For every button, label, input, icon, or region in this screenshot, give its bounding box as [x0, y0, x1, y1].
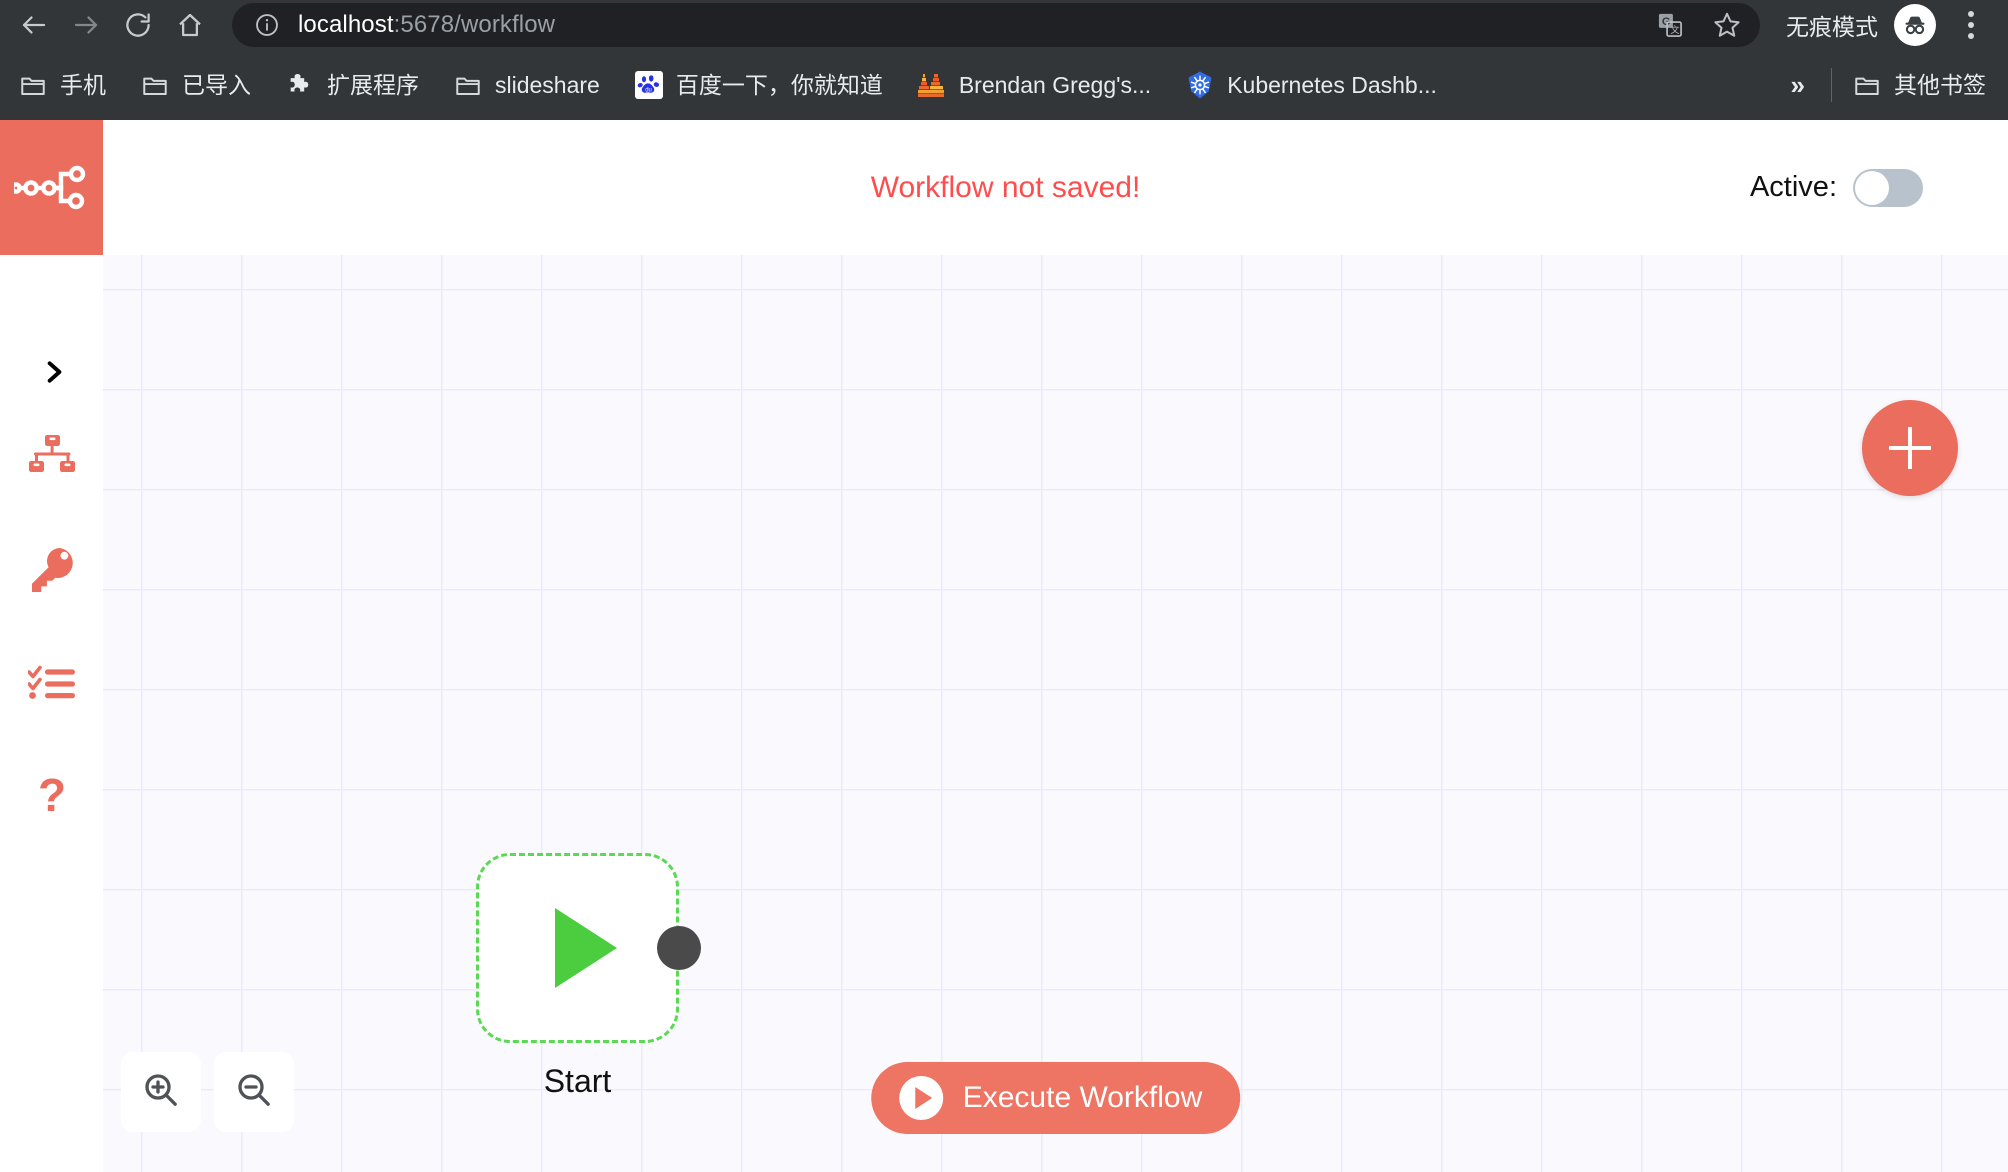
workflow-node-start: Start [476, 853, 701, 1100]
chrome-profile-area: 无痕模式 [1760, 2, 2008, 48]
bookmark-label: Brendan Gregg's... [958, 71, 1152, 98]
svg-text:文: 文 [1670, 24, 1679, 35]
active-label: Active: [1749, 171, 1837, 203]
bookmark-item[interactable]: 已导入 [130, 62, 261, 108]
workflow-active-control: Active: [1750, 120, 1923, 255]
bookmark-label: 手机 [60, 71, 106, 98]
checklist-icon [26, 665, 76, 706]
magnifier-minus-icon [234, 1070, 274, 1115]
folder-icon [1852, 70, 1882, 100]
bookmarks-divider [1831, 68, 1832, 102]
home-icon [175, 10, 205, 40]
workflow-canvas[interactable]: Start Execute Workflow [103, 255, 2008, 1172]
url-path: :5678/workflow [393, 11, 556, 38]
translate-icon[interactable]: G 文 [1656, 11, 1684, 39]
omnibox-actions: G 文 [1656, 3, 1742, 47]
bookmarks-overflow-button[interactable]: » [1775, 70, 1821, 101]
toggle-knob [1855, 170, 1889, 205]
sitemap-icon [27, 434, 77, 485]
other-bookmarks-label: 其他书签 [1894, 71, 1986, 98]
bookmark-label: 扩展程序 [327, 71, 419, 98]
play-circle-icon [898, 1076, 943, 1120]
add-node-button[interactable] [1862, 400, 1958, 496]
forward-arrow-icon [71, 10, 101, 40]
home-button[interactable] [164, 0, 216, 50]
active-toggle[interactable] [1853, 168, 1923, 207]
node-output-connector[interactable] [657, 926, 701, 970]
back-arrow-icon [19, 10, 49, 40]
kubernetes-icon [1185, 70, 1215, 100]
bookmark-label: Kubernetes Dashb... [1227, 71, 1437, 98]
folder-icon [453, 70, 483, 100]
workflow-header: Workflow not saved! Active: [103, 120, 2008, 255]
baidu-icon: du [634, 70, 664, 100]
bookmark-item[interactable]: Kubernetes Dashb... [1175, 62, 1447, 108]
bookmark-label: 百度一下，你就知道 [675, 71, 883, 98]
other-bookmarks-button[interactable]: 其他书签 [1842, 62, 1996, 108]
sidebar-item-help[interactable]: ? [0, 742, 103, 855]
browser-chrome: localhost:5678/workflow G 文 无痕模式 手机 已导入 … [0, 0, 2008, 120]
chevron-right-icon [41, 359, 67, 390]
node-label: Start [543, 1063, 612, 1099]
kebab-menu-icon[interactable] [1948, 2, 1994, 48]
puzzle-icon [285, 70, 315, 100]
bookmark-item[interactable]: 手机 [8, 62, 116, 108]
play-triangle-icon [554, 908, 617, 988]
question-mark-icon: ? [34, 769, 70, 826]
flamegraph-icon [917, 70, 947, 100]
url-text: localhost:5678/workflow [298, 11, 1740, 39]
reload-button[interactable] [112, 0, 164, 50]
execute-workflow-label: Execute Workflow [962, 1081, 1203, 1114]
bookmark-item[interactable]: slideshare [443, 62, 610, 108]
sidebar-item-workflows[interactable] [0, 403, 103, 516]
back-button[interactable] [8, 0, 60, 50]
sidebar-expand-button[interactable] [23, 343, 85, 405]
bookmarks-bar: 手机 已导入 扩展程序 slideshare du 百度一下，你就知道 Bren… [0, 50, 2008, 120]
node-body[interactable] [476, 853, 701, 1043]
zoom-in-button[interactable] [121, 1052, 201, 1132]
incognito-icon[interactable] [1894, 4, 1936, 46]
status-message: Workflow not saved! [870, 170, 1141, 204]
n8n-app: ? Workflow not saved! Active: Start Exec… [0, 120, 2008, 1172]
forward-button[interactable] [60, 0, 112, 50]
folder-icon [140, 70, 170, 100]
bookmark-label: 已导入 [182, 71, 251, 98]
zoom-out-button[interactable] [214, 1052, 294, 1132]
zoom-controls [121, 1052, 294, 1132]
workflow-save-status: Workflow not saved! [103, 120, 2008, 255]
execute-workflow-button[interactable]: Execute Workflow [870, 1062, 1241, 1134]
svg-text:?: ? [38, 771, 66, 821]
reload-icon [123, 10, 153, 40]
address-bar[interactable]: localhost:5678/workflow G 文 [232, 3, 1760, 47]
bookmark-label: slideshare [495, 71, 600, 98]
sidebar-item-credentials[interactable] [0, 516, 103, 629]
magnifier-plus-icon [141, 1070, 181, 1115]
bookmark-item[interactable]: du 百度一下，你就知道 [624, 62, 893, 108]
star-icon[interactable] [1712, 10, 1742, 40]
sidebar: ? [0, 120, 103, 1172]
bookmark-item[interactable]: Brendan Gregg's... [907, 62, 1161, 108]
incognito-mode-label: 无痕模式 [1786, 14, 1878, 40]
n8n-workflow-logo[interactable] [0, 120, 103, 255]
url-host: localhost [298, 11, 394, 38]
svg-text:du: du [645, 87, 652, 93]
bookmark-item[interactable]: 扩展程序 [275, 62, 429, 108]
browser-toolbar: localhost:5678/workflow G 文 无痕模式 [0, 0, 2008, 50]
key-icon [30, 547, 74, 598]
sidebar-item-executions[interactable] [0, 629, 103, 742]
info-circle-icon[interactable] [254, 12, 280, 38]
folder-icon [18, 70, 48, 100]
